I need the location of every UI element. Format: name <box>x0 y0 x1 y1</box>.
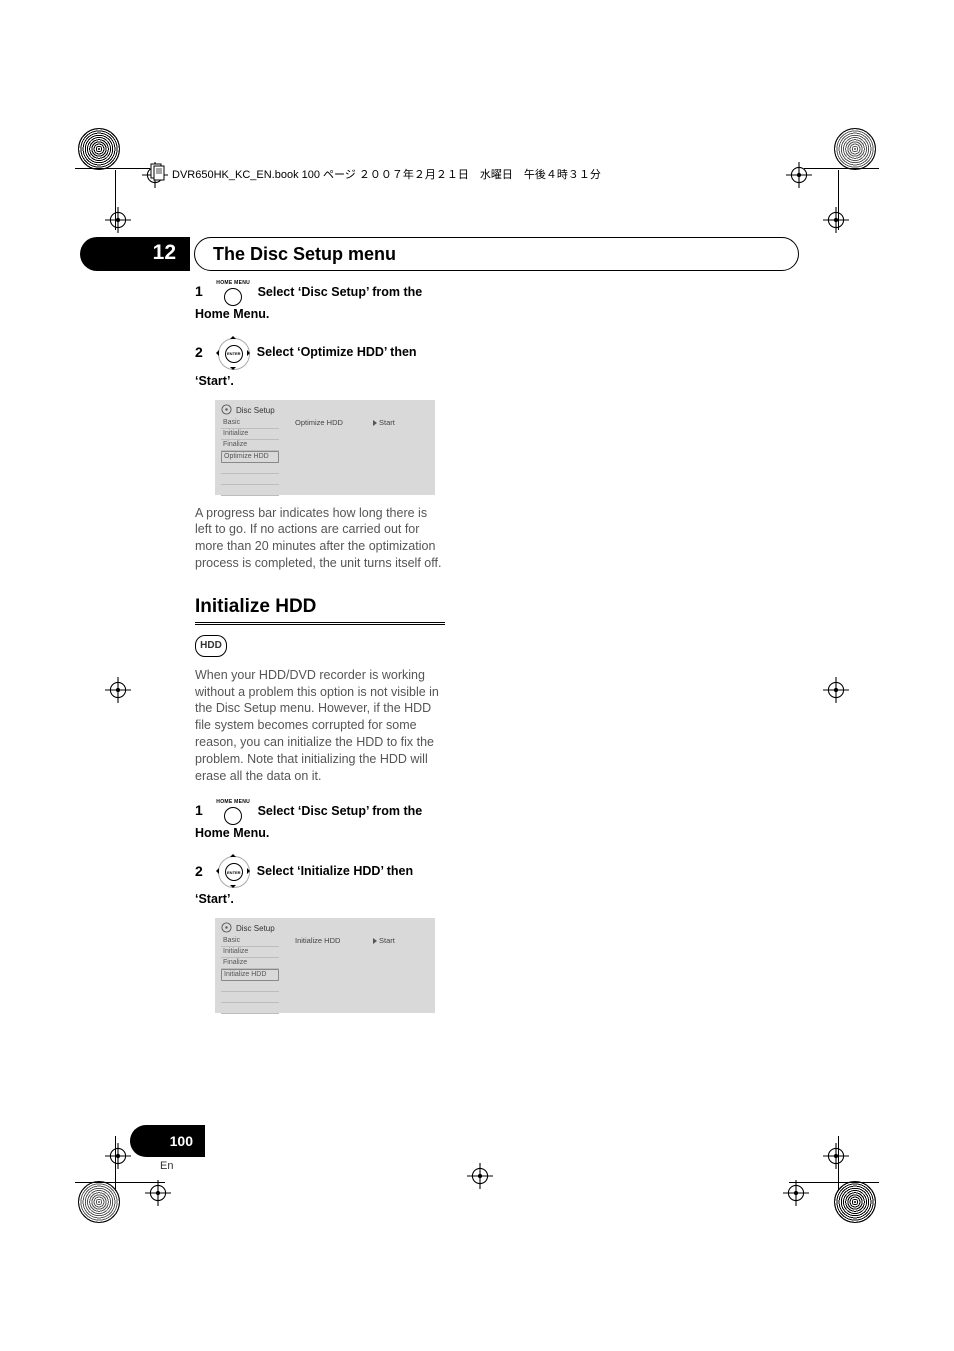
osd-item: Finalize <box>221 958 279 969</box>
crosshair-icon <box>776 1173 816 1213</box>
osd-item: Basic <box>221 418 279 429</box>
osd-start: Start <box>373 936 395 946</box>
osd-title: Disc Setup <box>236 406 275 417</box>
osd-item: Initialize <box>221 947 279 958</box>
chapter-title-pill: The Disc Setup menu <box>194 237 799 271</box>
step-text: ‘Start’. <box>195 374 234 388</box>
step-text: Select ‘Disc Setup’ from the <box>258 804 423 818</box>
crosshair-icon <box>816 1136 856 1176</box>
section-heading-initialize: Initialize HDD <box>195 594 445 620</box>
hairline <box>789 1182 879 1183</box>
osd-menu: Basic Initialize Finalize Optimize HDD <box>221 418 279 496</box>
enter-pad-icon: ENTER <box>213 333 253 373</box>
home-menu-button-icon: HOME MENU <box>216 280 250 306</box>
step-number: 1 <box>195 802 203 818</box>
osd-mid: Initialize HDD <box>295 936 340 946</box>
crosshair-icon <box>816 200 856 240</box>
crosshair-icon <box>138 1173 178 1213</box>
step-a1-cont: Home Menu. <box>195 306 445 323</box>
osd-start: Start <box>373 418 395 428</box>
chapter-title: The Disc Setup menu <box>213 244 396 265</box>
disc-icon <box>221 922 232 937</box>
disc-icon <box>221 404 232 419</box>
step-text: Select ‘Optimize HDD’ then <box>257 344 417 361</box>
osd-menu: Basic Initialize Finalize Initialize HDD <box>221 936 279 1014</box>
hairline <box>115 1136 116 1191</box>
step-text: Select ‘Disc Setup’ from the <box>258 285 423 299</box>
step-number: 2 <box>195 343 203 362</box>
osd-title: Disc Setup <box>236 924 275 935</box>
osd-initialize-screenshot: Disc Setup Basic Initialize Finalize Ini… <box>215 918 435 1013</box>
crosshair-icon <box>460 1156 500 1196</box>
osd-item: Finalize <box>221 440 279 451</box>
print-register-ring-icon <box>78 128 120 170</box>
initialize-paragraph: When your HDD/DVD recorder is working wi… <box>195 667 445 785</box>
doc-header: DVR650HK_KC_EN.book 100 ページ ２００７年２月２１日 水… <box>150 163 850 184</box>
hairline <box>115 170 116 230</box>
crosshair-icon <box>98 670 138 710</box>
hairline <box>838 1136 839 1191</box>
osd-item-selected: Initialize HDD <box>221 969 279 981</box>
hairline <box>75 1182 165 1183</box>
page-number-pill: 100 <box>130 1125 205 1157</box>
hdd-badge-icon: HDD <box>195 635 227 657</box>
step-number: 2 <box>195 862 203 881</box>
step-b2-cont: ‘Start’. <box>195 891 445 908</box>
crosshair-icon <box>816 670 856 710</box>
print-register-ring-icon <box>834 1181 876 1223</box>
osd-item-selected: Optimize HDD <box>221 451 279 463</box>
section-rule <box>195 622 445 625</box>
enter-pad-icon: ENTER <box>213 851 253 891</box>
osd-item: Initialize <box>221 429 279 440</box>
step-b2: 2 ENTER Select ‘Initialize HDD’ then <box>195 851 445 891</box>
step-a1: 1 HOME MENU Select ‘Disc Setup’ from the <box>195 280 445 306</box>
step-text: Home Menu. <box>195 307 269 321</box>
home-menu-button-icon: HOME MENU <box>216 799 250 825</box>
osd-optimize-screenshot: Disc Setup Basic Initialize Finalize Opt… <box>215 400 435 495</box>
chapter-number-pill: 12 <box>80 237 190 271</box>
progress-paragraph: A progress bar indicates how long there … <box>195 505 445 573</box>
osd-mid: Optimize HDD <box>295 418 343 428</box>
step-a2-cont: ‘Start’. <box>195 373 445 390</box>
chapter-heading: 12 The Disc Setup menu <box>80 237 740 271</box>
page-number: 100 <box>170 1133 193 1149</box>
document-icon <box>150 163 166 184</box>
step-text: Home Menu. <box>195 826 269 840</box>
step-text: ‘Start’. <box>195 892 234 906</box>
step-number: 1 <box>195 283 203 299</box>
doc-header-text: DVR650HK_KC_EN.book 100 ページ ２００７年２月２１日 水… <box>172 166 601 182</box>
chapter-number: 12 <box>153 241 176 265</box>
crosshair-icon <box>98 200 138 240</box>
page-lang: En <box>160 1160 173 1172</box>
hairline <box>75 168 150 169</box>
print-register-ring-icon <box>78 1181 120 1223</box>
osd-item: Basic <box>221 936 279 947</box>
step-text: Select ‘Initialize HDD’ then <box>257 863 413 880</box>
step-b1: 1 HOME MENU Select ‘Disc Setup’ from the <box>195 799 445 825</box>
step-a2: 2 ENTER Select ‘Optimize HDD’ then <box>195 333 445 373</box>
step-b1-cont: Home Menu. <box>195 825 445 842</box>
content-column: 1 HOME MENU Select ‘Disc Setup’ from the… <box>195 280 445 1023</box>
